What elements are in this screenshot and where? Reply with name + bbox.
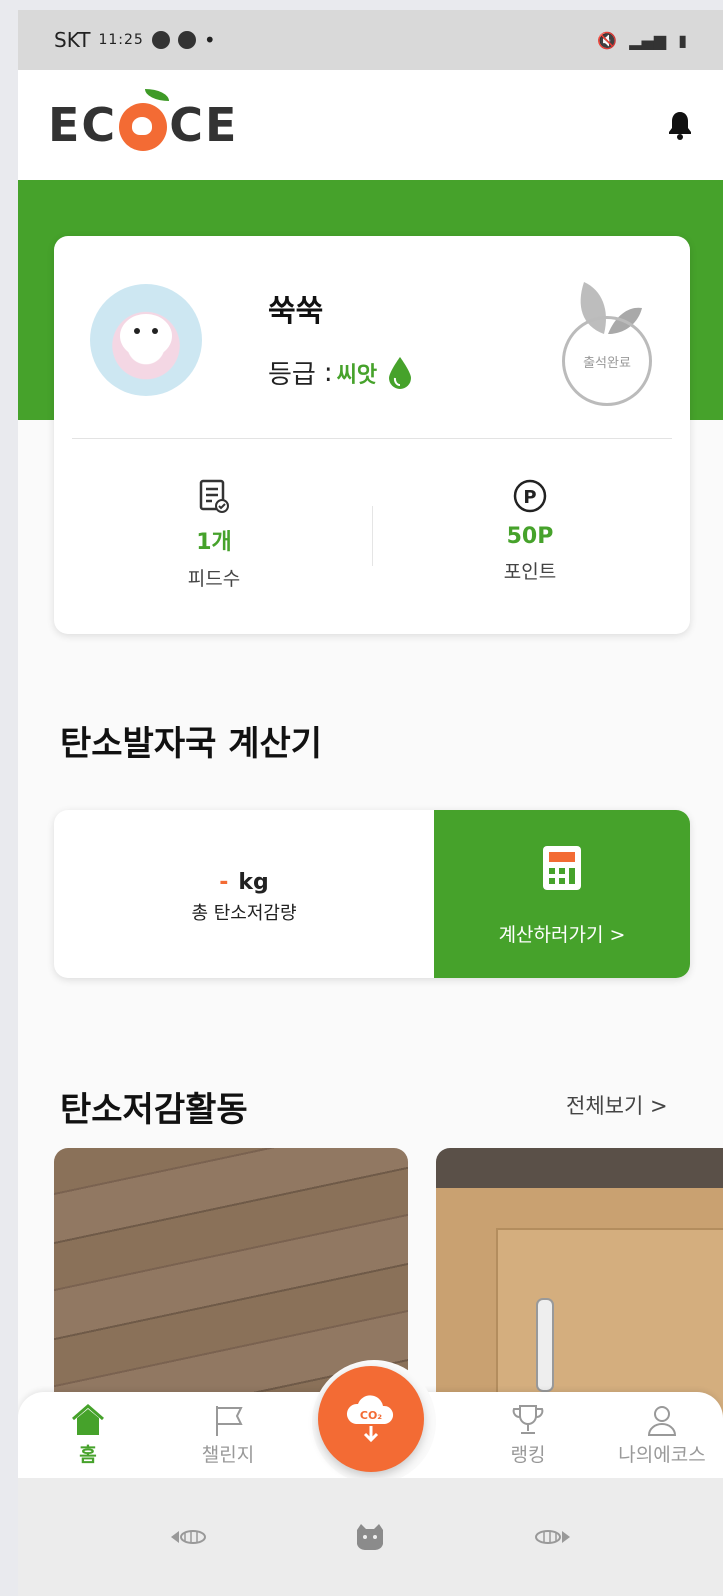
grade-value: 씨앗 [336,362,378,388]
nav-home-label: 홈 [79,1444,97,1466]
trophy-icon [512,1405,544,1434]
notification-dot-icon [151,31,170,49]
phone-screen: SKT 11:25 • 🔇 ▂▄▆ ▮ EC CE 쑥쑥 등급 : 씨앗 출석완… [18,10,723,1596]
fish-bone-back-icon [535,1530,571,1544]
calculator-icon [543,846,581,890]
water-drop-icon [389,356,412,389]
home-icon [72,1404,104,1435]
flag-icon [216,1406,243,1436]
view-all-link[interactable]: 전체보기 > [566,1090,668,1120]
recent-apps-button[interactable] [169,1523,209,1551]
nickname: 쑥쑥 [268,294,324,329]
points-label: 포인트 [503,561,557,583]
divider [72,438,672,439]
clock: 11:25 [98,32,144,48]
feed-doc-icon [199,479,229,513]
cat-face-icon [357,1524,384,1551]
grade-separator: : [323,357,333,388]
grade-row: 등급 : 씨앗 [268,354,413,391]
feed-count-value: 1개 [196,530,232,555]
attendance-label: 출석완료 [562,316,652,406]
ecoce-logo[interactable]: EC CE [48,89,238,152]
person-icon [647,1406,677,1436]
activities-title: 탄소저감활동 [60,1090,248,1130]
system-nav-bar [18,1478,723,1596]
logo-face-icon [119,89,170,151]
feed-count-label: 피드수 [187,568,241,590]
fab-label: CO₂ [360,1409,382,1422]
nav-my-ecoce-label: 나의에코스 [618,1444,706,1466]
signal-icon: ▂▄▆ [629,30,667,50]
nav-challenge-label: 챌린지 [201,1444,255,1466]
co2-upload-button[interactable]: CO₂ [318,1366,424,1472]
points-value: 50P [506,524,554,549]
chat-icon [177,31,196,49]
go-calculate-label: 계산하러가기 > [498,924,626,946]
grade-label: 등급 [268,360,316,390]
profile-card: 쑥쑥 등급 : 씨앗 출석완료 1개 피드수 P 50P 포인트 [54,236,690,634]
battery-icon: ▮ [678,30,687,50]
status-bar: SKT 11:25 • 🔇 ▂▄▆ ▮ [18,10,723,70]
attendance-badge[interactable]: 출석완료 [562,276,652,406]
calculator-title: 탄소발자국 계산기 [60,724,323,764]
stat-divider [372,506,373,566]
nav-challenge[interactable]: 챌린지 [178,1400,278,1467]
back-button[interactable] [532,1523,572,1551]
reduction-label: 총 탄소저감량 [191,903,297,924]
go-calculate-button[interactable]: 계산하러가기 > [434,810,690,978]
status-dot: • [203,28,216,52]
nav-ranking-label: 랭킹 [510,1444,546,1466]
total-reduction: - kg 총 탄소저감량 [54,810,434,978]
point-icon: P [513,479,547,513]
feed-count-stat[interactable]: 1개 피드수 [114,476,314,591]
reduction-value: - [219,870,229,895]
svg-text:P: P [523,487,536,508]
app-header: EC CE [18,70,723,180]
nav-ranking[interactable]: 랭킹 [478,1400,578,1467]
reduction-unit: kg [238,870,269,895]
avatar[interactable] [90,284,202,396]
mute-icon: 🔇 [597,30,618,50]
bell-icon[interactable] [667,110,693,140]
carrier-label: SKT [54,28,91,52]
calculator-card: - kg 총 탄소저감량 계산하러가기 > [54,810,690,978]
co2-cloud-icon: CO₂ [346,1395,394,1443]
nav-home[interactable]: 홈 [38,1400,138,1467]
fish-bone-icon [170,1530,206,1544]
home-system-button[interactable] [350,1523,390,1551]
points-stat[interactable]: P 50P 포인트 [430,476,630,584]
nav-my-ecoce[interactable]: 나의에코스 [602,1400,722,1467]
